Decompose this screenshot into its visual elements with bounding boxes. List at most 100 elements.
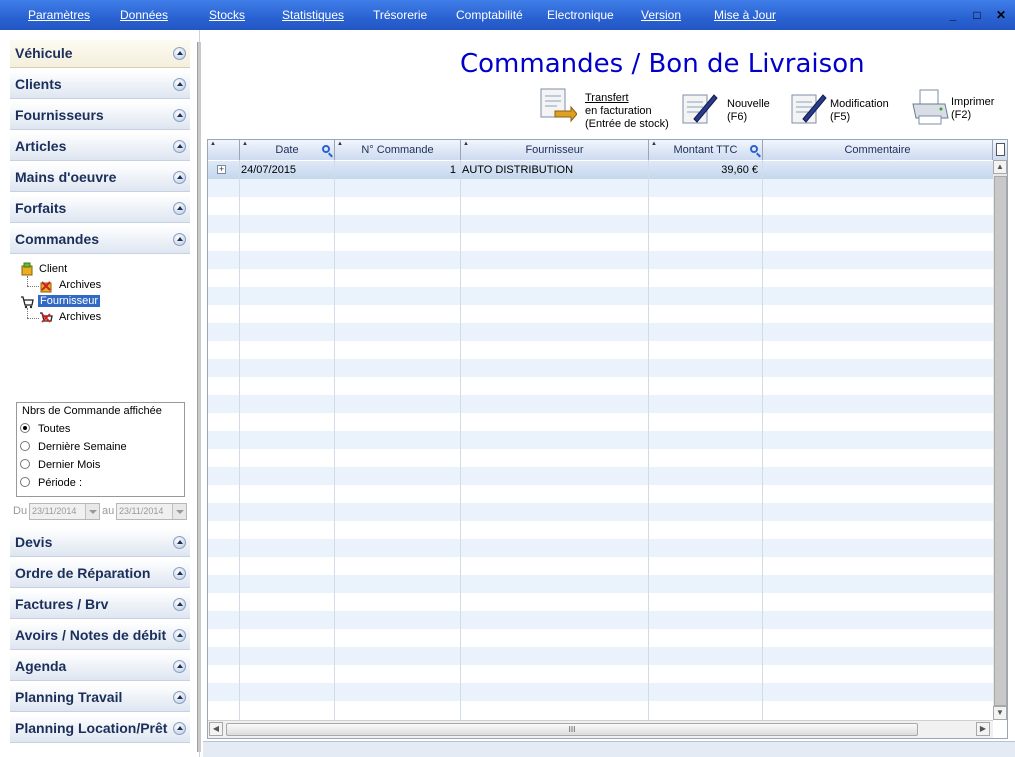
header-fournisseur[interactable]: ▲ Fournisseur: [461, 140, 649, 160]
collapse-icon[interactable]: [173, 171, 186, 184]
collapse-icon[interactable]: [173, 140, 186, 153]
column-chooser-icon[interactable]: [993, 140, 1007, 160]
horizontal-scrollbar[interactable]: ◀ III ▶: [208, 720, 993, 738]
collapse-icon[interactable]: [173, 536, 186, 549]
sidebar-section-articles[interactable]: Articles: [10, 133, 190, 161]
print-button[interactable]: Imprimer (F2): [951, 96, 994, 122]
menu-mise-a-jour[interactable]: Mise à Jour: [714, 8, 776, 22]
dropdown-arrow-icon[interactable]: [172, 504, 186, 519]
client-order-icon: [21, 262, 33, 276]
menu-statistiques[interactable]: Statistiques: [282, 8, 344, 22]
close-button[interactable]: ✕: [994, 8, 1008, 22]
menu-tresorerie[interactable]: Trésorerie: [373, 8, 427, 22]
tree-item-client[interactable]: Client: [39, 263, 67, 275]
empty-row: [208, 665, 993, 683]
sidebar-section-factures[interactable]: Factures / Brv: [10, 591, 190, 619]
section-label: Fournisseurs: [15, 107, 104, 123]
cart-icon: [21, 296, 34, 309]
vertical-scrollbar[interactable]: ▲ ▼: [993, 160, 1007, 720]
transfer-icon[interactable]: [537, 87, 577, 123]
archive-icon: [40, 281, 52, 293]
header-label: Commentaire: [844, 144, 911, 156]
transfer-button[interactable]: Transfert en facturation (Entrée de stoc…: [585, 92, 669, 131]
collapse-icon[interactable]: [173, 202, 186, 215]
collapse-icon[interactable]: [173, 78, 186, 91]
edit-button[interactable]: Modification (F5): [830, 98, 889, 124]
sidebar-section-commandes[interactable]: Commandes: [10, 226, 190, 254]
sidebar-section-forfaits[interactable]: Forfaits: [10, 195, 190, 223]
section-label: Planning Travail: [15, 689, 123, 705]
sidebar-section-avoirs[interactable]: Avoirs / Notes de débit: [10, 622, 190, 650]
dropdown-arrow-icon[interactable]: [85, 504, 99, 519]
sidebar-section-fournisseurs[interactable]: Fournisseurs: [10, 102, 190, 130]
tree-item-fournisseur[interactable]: Fournisseur: [38, 295, 101, 307]
date-from-picker[interactable]: 23/11/2014: [29, 503, 100, 520]
sidebar-splitter[interactable]: [197, 42, 201, 752]
sidebar-section-planning-travail[interactable]: Planning Travail: [10, 684, 190, 712]
maximize-button[interactable]: □: [970, 8, 984, 22]
filter-legend: Nbrs de Commande affichée: [20, 405, 164, 417]
sidebar-section-devis[interactable]: Devis: [10, 529, 190, 557]
collapse-icon[interactable]: [173, 598, 186, 611]
scroll-right-icon[interactable]: ▶: [976, 722, 990, 736]
collapse-icon[interactable]: [173, 233, 186, 246]
new-button[interactable]: Nouvelle (F6): [727, 98, 770, 124]
radio-button[interactable]: [20, 459, 30, 469]
empty-row: [208, 629, 993, 647]
date-from-value: 23/11/2014: [32, 506, 77, 516]
sidebar-section-planning-location[interactable]: Planning Location/Prêt: [10, 715, 190, 743]
menu-version[interactable]: Version: [641, 8, 681, 22]
radio-button[interactable]: [20, 423, 30, 433]
radio-label: Période :: [38, 477, 83, 489]
collapse-icon[interactable]: [173, 567, 186, 580]
collapse-icon[interactable]: [173, 660, 186, 673]
scroll-up-icon[interactable]: ▲: [993, 160, 1007, 174]
menu-electronique[interactable]: Electronique: [547, 8, 614, 22]
scroll-left-icon[interactable]: ◀: [209, 722, 223, 736]
expand-icon[interactable]: +: [217, 165, 226, 174]
search-icon[interactable]: [322, 145, 330, 153]
radio-toutes[interactable]: Toutes: [20, 423, 70, 435]
vertical-scroll-thumb[interactable]: [994, 176, 1007, 706]
menu-parametres[interactable]: Paramètres: [28, 8, 90, 22]
printer-icon[interactable]: [910, 88, 950, 128]
radio-periode[interactable]: Période :: [20, 477, 82, 489]
collapse-icon[interactable]: [173, 47, 186, 60]
sidebar-section-clients[interactable]: Clients: [10, 71, 190, 99]
radio-dernier-mois[interactable]: Dernier Mois: [20, 459, 100, 471]
header-date[interactable]: ▲ Date: [240, 140, 335, 160]
menu-stocks[interactable]: Stocks: [209, 8, 245, 22]
header-numero[interactable]: ▲ N° Commande: [335, 140, 461, 160]
header-commentaire[interactable]: Commentaire: [763, 140, 993, 160]
radio-derniere-semaine[interactable]: Dernière Semaine: [20, 441, 127, 453]
menu-donnees[interactable]: Données: [120, 8, 168, 22]
sidebar-section-ordre-reparation[interactable]: Ordre de Réparation: [10, 560, 190, 588]
edit-document-icon[interactable]: [789, 89, 827, 125]
date-to-picker[interactable]: 23/11/2014: [116, 503, 187, 520]
sidebar-section-vehicule[interactable]: Véhicule: [10, 40, 190, 68]
tree-item-fournisseur-archives[interactable]: Archives: [59, 311, 101, 323]
header-label: N° Commande: [361, 144, 434, 156]
header-montant[interactable]: ▲ Montant TTC: [649, 140, 763, 160]
collapse-icon[interactable]: [173, 109, 186, 122]
section-label: Agenda: [15, 658, 67, 674]
minimize-button[interactable]: _: [946, 8, 960, 22]
empty-row: [208, 485, 993, 503]
search-icon[interactable]: [750, 145, 758, 153]
tree-item-client-archives[interactable]: Archives: [59, 279, 101, 291]
radio-button[interactable]: [20, 477, 30, 487]
collapse-icon[interactable]: [173, 691, 186, 704]
new-document-icon[interactable]: [680, 89, 718, 125]
empty-row: [208, 503, 993, 521]
collapse-icon[interactable]: [173, 629, 186, 642]
empty-row: [208, 431, 993, 449]
collapse-icon[interactable]: [173, 722, 186, 735]
sidebar-section-agenda[interactable]: Agenda: [10, 653, 190, 681]
empty-row: [208, 359, 993, 377]
menu-comptabilite[interactable]: Comptabilité: [456, 8, 523, 22]
table-row[interactable]: + 24/07/2015 1 AUTO DISTRIBUTION 39,60 €: [208, 161, 993, 179]
scroll-down-icon[interactable]: ▼: [993, 706, 1007, 720]
radio-button[interactable]: [20, 441, 30, 451]
sidebar-section-mains-doeuvre[interactable]: Mains d'oeuvre: [10, 164, 190, 192]
horizontal-scroll-thumb[interactable]: III: [226, 723, 918, 736]
